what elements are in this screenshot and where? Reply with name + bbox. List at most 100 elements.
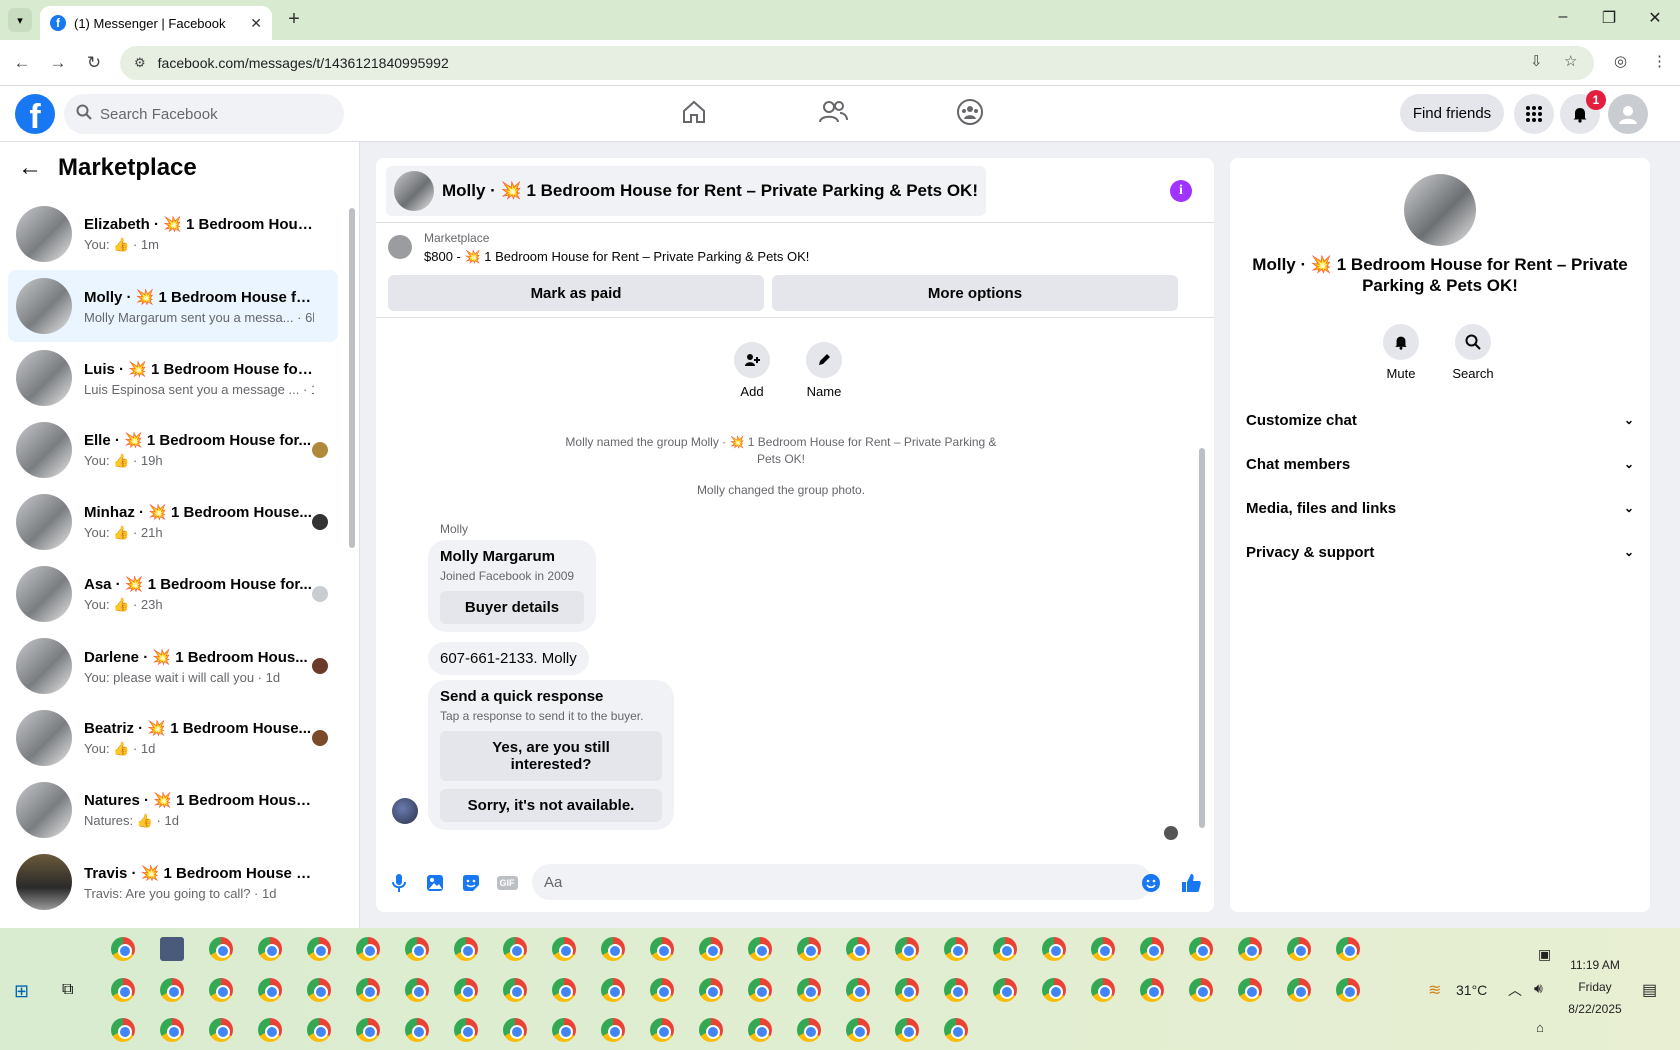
chrome-taskbar-icon[interactable] — [846, 978, 870, 1002]
back-arrow-icon[interactable]: ← — [18, 154, 42, 182]
chrome-taskbar-icon[interactable] — [748, 937, 772, 961]
chrome-taskbar-icon[interactable] — [993, 937, 1017, 961]
media-files-links-section[interactable]: Media, files and links ⌄ — [1246, 488, 1634, 528]
chrome-taskbar-icon[interactable] — [748, 1018, 772, 1042]
browser-menu-icon[interactable]: ⋮ — [1652, 52, 1667, 70]
chrome-taskbar-icon[interactable] — [797, 1018, 821, 1042]
chrome-taskbar-icon[interactable] — [1042, 937, 1066, 961]
chrome-taskbar-icon[interactable] — [209, 937, 233, 961]
friends-icon[interactable] — [818, 98, 850, 130]
gif-icon[interactable]: GIF — [496, 872, 518, 894]
chrome-taskbar-icon[interactable] — [552, 1018, 576, 1042]
chrome-taskbar-icon[interactable] — [258, 1018, 282, 1042]
conversation-item[interactable]: Asa · 💥 1 Bedroom House for... You: 👍 · 2… — [8, 558, 338, 630]
add-people-button[interactable]: Add — [722, 342, 782, 399]
chrome-taskbar-icon[interactable] — [601, 1018, 625, 1042]
task-view-icon[interactable]: ⧉ — [62, 981, 73, 999]
chrome-taskbar-icon[interactable] — [258, 978, 282, 1002]
chrome-taskbar-icon[interactable] — [1189, 978, 1213, 1002]
conversation-item[interactable]: Travis · 💥 1 Bedroom House for ... Travis… — [8, 846, 338, 918]
chrome-taskbar-icon[interactable] — [1189, 937, 1213, 961]
conversation-item[interactable]: Darlene · 💥 1 Bedroom Hous... You: please… — [8, 630, 338, 702]
reload-icon[interactable]: ↻ — [82, 51, 106, 75]
chrome-taskbar-icon[interactable] — [405, 937, 429, 961]
chrome-taskbar-icon[interactable] — [356, 1018, 380, 1042]
network-icon[interactable]: ⌂ — [1536, 1020, 1544, 1035]
chrome-taskbar-icon[interactable] — [1042, 978, 1066, 1002]
meet-icon[interactable]: ▣ — [1538, 946, 1551, 963]
chrome-taskbar-icon[interactable] — [405, 1018, 429, 1042]
chrome-taskbar-icon[interactable] — [748, 978, 772, 1002]
back-icon[interactable]: ← — [10, 51, 34, 75]
chrome-taskbar-icon[interactable] — [650, 937, 674, 961]
chrome-taskbar-icon[interactable] — [699, 937, 723, 961]
chrome-taskbar-icon[interactable] — [1336, 978, 1360, 1002]
menu-grid-icon[interactable] — [1514, 94, 1554, 134]
chrome-taskbar-icon[interactable] — [944, 937, 968, 961]
sticker-icon[interactable] — [460, 872, 482, 894]
conversation-item[interactable]: Luis · 💥 1 Bedroom House for R... Luis Es… — [8, 342, 338, 414]
chrome-taskbar-icon[interactable] — [405, 978, 429, 1002]
clock-day[interactable]: Friday — [1564, 980, 1626, 994]
chrome-taskbar-icon[interactable] — [454, 1018, 478, 1042]
conversation-item[interactable]: Minhaz · 💥 1 Bedroom House... You: 👍 · 21… — [8, 486, 338, 558]
quick-reply-interested-button[interactable]: Yes, are you still interested? — [440, 731, 662, 781]
clock-time[interactable]: 11:19 AM — [1564, 958, 1626, 972]
chrome-taskbar-icon[interactable] — [797, 937, 821, 961]
chrome-taskbar-icon[interactable] — [552, 978, 576, 1002]
chrome-taskbar-icon[interactable] — [356, 978, 380, 1002]
chrome-taskbar-icon[interactable] — [650, 1018, 674, 1042]
chrome-taskbar-icon[interactable] — [944, 1018, 968, 1042]
chrome-taskbar-icon[interactable] — [454, 937, 478, 961]
chrome-taskbar-icon[interactable] — [307, 937, 331, 961]
chrome-taskbar-icon[interactable] — [356, 937, 380, 961]
photo-icon[interactable] — [424, 872, 446, 894]
conversation-item[interactable]: Beatriz · 💥 1 Bedroom House... You: 👍 · 1… — [8, 702, 338, 774]
facebook-logo-icon[interactable]: f — [15, 94, 55, 134]
emoji-icon[interactable] — [1140, 872, 1162, 894]
weather-icon[interactable]: ≋ — [1428, 980, 1441, 1000]
chrome-taskbar-icon[interactable] — [1287, 937, 1311, 961]
chrome-taskbar-icon[interactable] — [846, 1018, 870, 1042]
home-icon[interactable] — [680, 98, 712, 130]
windows-start-icon[interactable]: ⊞ — [14, 981, 29, 1002]
speaker-icon[interactable]: 🔊︎ — [1534, 980, 1543, 997]
chrome-taskbar-icon[interactable] — [1091, 937, 1115, 961]
chrome-taskbar-icon[interactable] — [650, 978, 674, 1002]
chrome-taskbar-icon[interactable] — [895, 978, 919, 1002]
tray-overflow-icon[interactable]: ︿ — [1508, 980, 1522, 1000]
chrome-taskbar-icon[interactable] — [993, 978, 1017, 1002]
conversation-item[interactable]: Elizabeth · 💥 1 Bedroom House ... You: 👍 … — [8, 198, 338, 270]
info-icon[interactable]: i — [1170, 180, 1192, 202]
sidebar-scrollbar[interactable] — [349, 198, 355, 918]
close-window-icon[interactable]: ✕ — [1640, 8, 1670, 28]
chrome-taskbar-icon[interactable] — [307, 978, 331, 1002]
chrome-taskbar-icon[interactable] — [1287, 978, 1311, 1002]
chrome-taskbar-icon[interactable] — [1140, 978, 1164, 1002]
groups-icon[interactable] — [956, 98, 988, 130]
app-taskbar-icon[interactable] — [160, 937, 184, 961]
chat-header[interactable]: Molly · 💥 1 Bedroom House for Rent – Pri… — [386, 166, 986, 216]
like-thumb-icon[interactable] — [1180, 872, 1202, 894]
chrome-taskbar-icon[interactable] — [503, 937, 527, 961]
install-app-icon[interactable]: ⇩ — [1530, 52, 1543, 70]
chat-members-section[interactable]: Chat members ⌄ — [1246, 444, 1634, 484]
restore-icon[interactable]: ❐ — [1594, 8, 1624, 28]
chrome-taskbar-icon[interactable] — [797, 978, 821, 1002]
new-tab-button[interactable]: + — [282, 8, 306, 32]
chrome-taskbar-icon[interactable] — [699, 978, 723, 1002]
chrome-taskbar-icon[interactable] — [111, 1018, 135, 1042]
browser-tab-messenger[interactable]: f (1) Messenger | Facebook ✕ — [40, 6, 272, 40]
conversation-item[interactable]: Elle · 💥 1 Bedroom House for... You: 👍 · … — [8, 414, 338, 486]
site-info-icon[interactable]: ⚙ — [134, 55, 146, 71]
chat-scroll-thumb[interactable] — [1199, 448, 1205, 828]
facebook-search-input[interactable]: Search Facebook — [64, 94, 344, 134]
customize-chat-section[interactable]: Customize chat ⌄ — [1246, 400, 1634, 440]
more-options-button[interactable]: More options — [772, 275, 1178, 311]
buyer-details-button[interactable]: Buyer details — [440, 591, 584, 624]
tab-search-button[interactable]: ▾ — [8, 8, 32, 32]
chrome-taskbar-icon[interactable] — [895, 1018, 919, 1042]
chrome-taskbar-icon[interactable] — [895, 937, 919, 961]
chrome-taskbar-icon[interactable] — [503, 978, 527, 1002]
name-group-button[interactable]: Name — [794, 342, 854, 399]
